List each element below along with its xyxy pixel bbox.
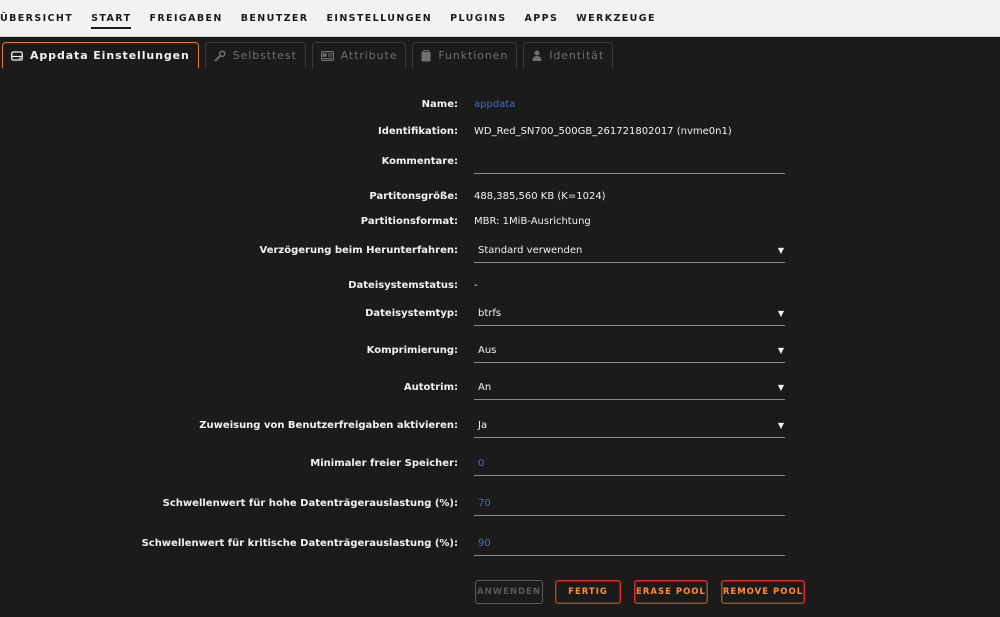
comments-input[interactable] [474, 150, 785, 174]
tab-functions[interactable]: Funktionen [412, 42, 518, 68]
row-user-shares: Zuweisung von Benutzerfreigaben aktivier… [0, 414, 1000, 438]
user-icon [532, 50, 542, 61]
tab-label: Appdata Einstellungen [30, 49, 190, 62]
warn-threshold-input[interactable]: 70 [474, 492, 785, 516]
row-compression: Komprimierung: Aus ▼ [0, 339, 1000, 363]
wrench-icon [214, 49, 226, 62]
user-shares-label: Zuweisung von Benutzerfreigaben aktivier… [199, 420, 458, 431]
done-button[interactable]: FERTIG [555, 580, 621, 604]
top-navigation: ÜBERSICHT START FREIGABEN BENUTZER EINST… [0, 0, 1000, 37]
name-value[interactable]: appdata [474, 93, 515, 117]
tab-label: Funktionen [438, 49, 509, 62]
nav-item-tools[interactable]: WERKZEUGE [576, 11, 656, 26]
crit-threshold-label: Schwellenwert für kritische Datenträgera… [141, 538, 458, 549]
warn-threshold-value: 70 [478, 498, 491, 509]
name-label: Name: [421, 99, 458, 110]
row-warn-threshold: Schwellenwert für hohe Datenträgerauslas… [0, 492, 1000, 516]
shutdown-delay-select[interactable]: Standard verwenden ▼ [474, 239, 785, 263]
crit-threshold-value: 90 [478, 538, 491, 549]
autotrim-label: Autotrim: [403, 382, 458, 393]
shutdown-delay-label: Verzögerung beim Herunterfahren: [259, 245, 458, 256]
warn-threshold-label: Schwellenwert für hohe Datenträgerauslas… [162, 498, 458, 509]
fs-type-label: Dateisystemtyp: [365, 308, 458, 319]
partition-format-label: Partitionsformat: [360, 216, 458, 227]
row-crit-threshold: Schwellenwert für kritische Datenträgera… [0, 532, 1000, 556]
apply-button[interactable]: ANWENDEN [475, 580, 543, 604]
autotrim-select[interactable]: An ▼ [474, 376, 785, 400]
user-shares-value: Ja [478, 420, 488, 431]
clipboard-icon [421, 49, 431, 62]
comments-label: Kommentare: [381, 156, 458, 167]
row-autotrim: Autotrim: An ▼ [0, 376, 1000, 400]
row-min-free: Minimaler freier Speicher: 0 [0, 452, 1000, 476]
fs-status-label: Dateisystemstatus: [348, 280, 458, 291]
nav-item-apps[interactable]: APPS [525, 11, 559, 26]
nav-item-start[interactable]: START [91, 11, 132, 29]
nav-item-settings[interactable]: EINSTELLUNGEN [327, 11, 433, 26]
chevron-down-icon: ▼ [777, 421, 784, 430]
min-free-value: 0 [478, 458, 485, 469]
compression-select[interactable]: Aus ▼ [474, 339, 785, 363]
tab-label: Identität [549, 49, 605, 62]
row-comments: Kommentare: [0, 150, 1000, 174]
tab-attributes[interactable]: Attribute [311, 42, 407, 68]
compression-label: Komprimierung: [366, 345, 458, 356]
tab-identity[interactable]: Identität [523, 42, 614, 68]
row-fs-type: Dateisystemtyp: btrfs ▼ [0, 302, 1000, 326]
row-identification: Identifikation: WD_Red_SN700_500GB_26172… [0, 120, 1000, 144]
row-shutdown-delay: Verzögerung beim Herunterfahren: Standar… [0, 239, 1000, 263]
min-free-label: Minimaler freier Speicher: [310, 458, 458, 469]
fs-type-select[interactable]: btrfs ▼ [474, 302, 785, 326]
row-name: Name: appdata [0, 93, 1000, 117]
fs-type-value: btrfs [478, 308, 502, 319]
tab-bar: Appdata Einstellungen Selbsttest Attribu… [2, 42, 619, 69]
drive-icon [11, 50, 23, 61]
nav-item-shares[interactable]: FREIGABEN [149, 11, 222, 26]
user-shares-select[interactable]: Ja ▼ [474, 414, 785, 438]
identification-value: WD_Red_SN700_500GB_261721802017 (nvme0n1… [474, 126, 732, 137]
chevron-down-icon: ▼ [777, 309, 784, 318]
chevron-down-icon: ▼ [777, 246, 784, 255]
row-partition-format: Partitionsformat: MBR: 1MiB-Ausrichtung [0, 210, 1000, 234]
tab-label: Attribute [340, 49, 398, 62]
partition-size-label: Partitonsgröße: [369, 191, 458, 202]
erase-pool-button[interactable]: ERASE POOL [634, 580, 708, 604]
nav-item-users[interactable]: BENUTZER [241, 11, 309, 26]
row-fs-status: Dateisystemstatus: - [0, 274, 1000, 298]
remove-pool-button[interactable]: REMOVE POOL [721, 580, 805, 604]
chevron-down-icon: ▼ [777, 346, 784, 355]
crit-threshold-input[interactable]: 90 [474, 532, 785, 556]
tab-appdata-settings[interactable]: Appdata Einstellungen [2, 42, 199, 68]
autotrim-value: An [478, 382, 492, 393]
tab-label: Selbsttest [232, 49, 297, 62]
chevron-down-icon: ▼ [777, 383, 784, 392]
min-free-input[interactable]: 0 [474, 452, 785, 476]
tab-self-test[interactable]: Selbsttest [204, 42, 306, 68]
shutdown-delay-value: Standard verwenden [478, 245, 583, 256]
id-card-icon [320, 50, 334, 61]
fs-status-value: - [474, 280, 478, 291]
partition-format-value: MBR: 1MiB-Ausrichtung [474, 216, 591, 227]
identification-label: Identifikation: [378, 126, 458, 137]
nav-item-overview[interactable]: ÜBERSICHT [0, 11, 73, 26]
partition-size-value: 488,385,560 KB (K=1024) [474, 191, 606, 202]
row-partition-size: Partitonsgröße: 488,385,560 KB (K=1024) [0, 185, 1000, 209]
compression-value: Aus [478, 345, 497, 356]
nav-item-plugins[interactable]: PLUGINS [450, 11, 506, 26]
